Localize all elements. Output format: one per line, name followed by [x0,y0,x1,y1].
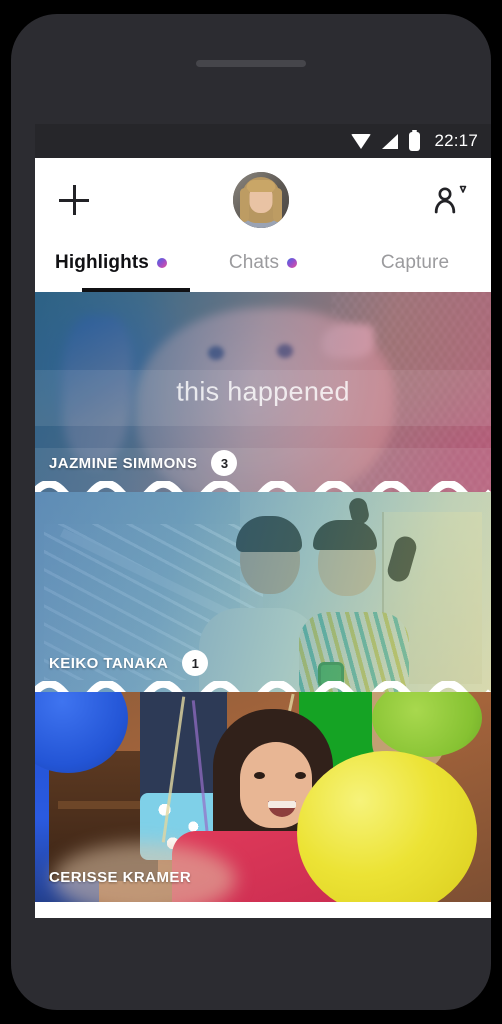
tab-chats-label: Chats [228,252,280,273]
photo-girl-eye-left [253,771,265,779]
tab-chats[interactable]: Chats [187,242,339,284]
card-name-row: KEIKO TANAKA 1 [49,650,209,676]
tab-chats-dot [287,258,298,268]
signal-icon [382,133,399,149]
phone-screen: 22:17 Highlights Chats Capture this happ… [35,124,491,918]
highlight-card[interactable]: CERISSE KRAMER [35,692,491,902]
add-friend-glyph [434,185,467,214]
card-name-row: CERISSE KRAMER [49,869,191,886]
tab-capture-label: Capture [380,252,450,273]
plus-icon[interactable] [59,185,89,215]
photo-girl-teeth [267,801,296,809]
status-icons: 22:17 [351,129,478,151]
avatar-hair-left [240,188,249,222]
battery-icon [409,129,421,151]
status-bar: 22:17 [35,124,491,158]
card-caption: this happened [176,376,350,407]
card-name-row: JAZMINE SIMMONS 3 [49,450,238,476]
card-name-label: KEIKO TANAKA [49,654,169,672]
tab-highlights[interactable]: Highlights [35,242,187,284]
card-count-badge: 3 [211,450,238,476]
speaker-grille [196,60,306,67]
photo-girl-eye-right [294,771,306,779]
highlight-card[interactable]: this happened JAZMINE SIMMONS 3 [35,292,491,492]
tab-highlights-label: Highlights [55,252,149,273]
wifi-icon [351,133,372,149]
card-count-badge: 1 [182,650,209,676]
photo-shelf [57,801,149,810]
app-bar [35,158,491,242]
card-name-label: CERISSE KRAMER [49,869,192,886]
highlights-feed: this happened JAZMINE SIMMONS 3 KEIKO TA… [35,292,491,902]
card-name-label: JAZMINE SIMMONS [49,454,198,472]
status-time: 22:17 [434,131,478,150]
highlight-card[interactable]: KEIKO TANAKA 1 [35,492,491,692]
profile-avatar[interactable] [233,172,289,228]
tab-capture[interactable]: Capture [339,242,491,284]
tab-highlights-dot [156,258,167,268]
tab-bar: Highlights Chats Capture [35,242,491,292]
phone-frame: 22:17 Highlights Chats Capture this happ… [11,14,491,1010]
avatar-hair-right [273,188,282,222]
add-friend-icon[interactable] [433,185,467,215]
avatar-fringe [246,180,276,192]
